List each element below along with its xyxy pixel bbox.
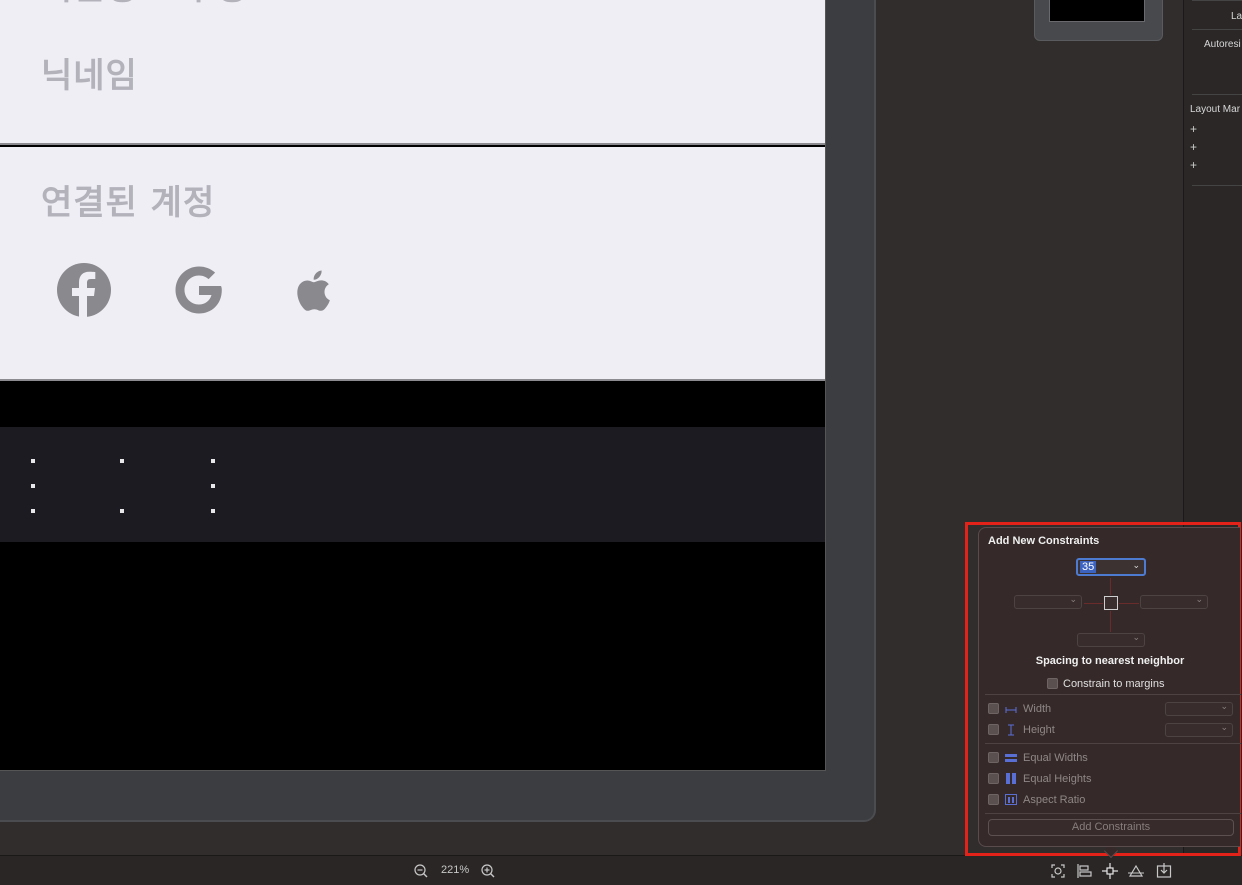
black-strip: [0, 383, 825, 427]
divider: [1192, 94, 1242, 95]
resize-handle[interactable]: [31, 484, 35, 488]
add-margin-button[interactable]: +: [1190, 158, 1197, 172]
trailing-spacing-field[interactable]: ⌄: [1140, 594, 1208, 609]
chevron-down-icon[interactable]: ⌄: [1069, 594, 1077, 605]
chevron-down-icon[interactable]: ⌄: [1220, 722, 1228, 733]
aspect-ratio-checkbox[interactable]: [988, 794, 999, 805]
aspect-ratio-icon: [1005, 794, 1017, 805]
add-constraints-button[interactable]: Add Constraints: [988, 819, 1234, 836]
profile-section[interactable]: 회원정보 수정 닉네임: [0, 0, 825, 145]
constrain-margins-label[interactable]: Constrain to margins: [1063, 678, 1165, 690]
popover-title: Add New Constraints: [988, 535, 1100, 547]
add-margin-button[interactable]: +: [1190, 140, 1197, 154]
width-label: Width: [1023, 703, 1052, 715]
divider: [985, 813, 1241, 814]
divider: [1192, 185, 1242, 186]
device-screen[interactable]: 회원정보 수정 닉네임 연결된 계정: [0, 0, 826, 771]
resize-handle[interactable]: [31, 459, 35, 463]
chevron-down-icon[interactable]: ⌄: [1132, 632, 1140, 643]
leading-spacing-field[interactable]: ⌄: [1014, 594, 1082, 609]
spacing-label: Spacing to nearest neighbor: [1035, 655, 1185, 667]
tab-bar[interactable]: [0, 427, 825, 542]
height-label: Height: [1023, 724, 1055, 736]
zoom-level[interactable]: 221%: [441, 864, 469, 876]
resize-handle[interactable]: [120, 459, 124, 463]
width-checkbox[interactable]: [988, 703, 999, 714]
scene-thumbnail[interactable]: [1034, 0, 1163, 41]
zoom-in-icon[interactable]: [480, 863, 496, 879]
top-spacing-field[interactable]: 35 ⌄: [1076, 558, 1146, 576]
trailing-strut[interactable]: [1119, 603, 1139, 604]
add-margin-button[interactable]: +: [1190, 122, 1197, 136]
leading-strut[interactable]: [1084, 603, 1103, 604]
constraint-center-box: [1104, 596, 1118, 610]
edit-profile-title[interactable]: 회원정보 수정: [41, 0, 248, 9]
resize-handle[interactable]: [211, 459, 215, 463]
aspect-ratio-label: Aspect Ratio: [1023, 794, 1086, 806]
layout-margins-label: Layout Mar: [1190, 104, 1241, 115]
resolve-issues-icon[interactable]: [1128, 863, 1144, 879]
facebook-icon[interactable]: [56, 262, 112, 318]
chevron-down-icon[interactable]: ⌄: [1220, 701, 1228, 712]
resize-handle[interactable]: [31, 509, 35, 513]
height-icon: [1008, 724, 1014, 736]
height-checkbox[interactable]: [988, 724, 999, 735]
add-constraints-popover[interactable]: Add New Constraints 35 ⌄ ⌄ ⌄ ⌄ Spacing t…: [978, 527, 1241, 847]
constrain-margins-checkbox[interactable]: [1047, 678, 1058, 689]
embed-in-icon[interactable]: [1156, 863, 1172, 879]
linked-accounts-title[interactable]: 연결된 계정: [41, 175, 215, 224]
divider: [1192, 29, 1242, 30]
nickname-label[interactable]: 닉네임: [41, 48, 138, 97]
resize-handle[interactable]: [211, 509, 215, 513]
canvas-bottom-bar: 221%: [0, 855, 1242, 885]
top-strut[interactable]: [1110, 578, 1111, 595]
autoresizing-label: Autoresi: [1204, 39, 1241, 50]
resize-handle[interactable]: [120, 509, 124, 513]
divider: [1192, 0, 1242, 1]
equal-widths-checkbox[interactable]: [988, 752, 999, 763]
bottom-strut[interactable]: [1110, 611, 1111, 632]
add-constraints-icon[interactable]: [1102, 863, 1118, 879]
inspector-label: La: [1231, 11, 1242, 22]
chevron-down-icon[interactable]: ⌄: [1195, 594, 1203, 605]
google-icon[interactable]: [171, 262, 227, 318]
equal-widths-label: Equal Widths: [1023, 752, 1088, 764]
top-spacing-value[interactable]: 35: [1080, 561, 1097, 573]
zoom-out-icon[interactable]: [413, 863, 429, 879]
equal-heights-checkbox[interactable]: [988, 773, 999, 784]
divider: [985, 743, 1241, 744]
height-value-field[interactable]: ⌄: [1165, 722, 1233, 737]
device-frame: 회원정보 수정 닉네임 연결된 계정: [0, 0, 876, 822]
divider: [985, 694, 1241, 695]
align-icon[interactable]: [1076, 863, 1092, 879]
linked-accounts-section[interactable]: 연결된 계정: [0, 147, 825, 381]
update-frames-icon[interactable]: [1050, 863, 1066, 879]
width-value-field[interactable]: ⌄: [1165, 701, 1233, 716]
equal-heights-icon: [1006, 773, 1016, 784]
width-icon: [1005, 707, 1017, 713]
apple-icon[interactable]: [286, 262, 342, 318]
equal-heights-label: Equal Heights: [1023, 773, 1092, 785]
equal-widths-icon: [1005, 754, 1017, 762]
scene-thumbnail-screen: [1049, 0, 1145, 22]
bottom-spacing-field[interactable]: ⌄: [1077, 632, 1145, 647]
resize-handle[interactable]: [211, 484, 215, 488]
chevron-down-icon[interactable]: ⌄: [1132, 560, 1140, 571]
